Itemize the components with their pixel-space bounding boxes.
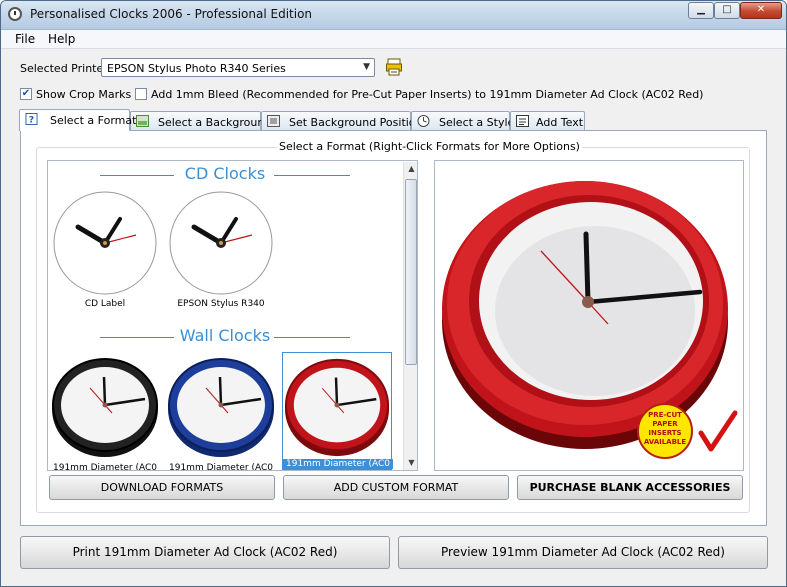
cd-clock-thumbnail <box>169 191 273 295</box>
download-formats-button[interactable]: DOWNLOAD FORMATS <box>49 475 275 500</box>
cd-clock-thumbnail <box>53 191 157 295</box>
wall-clock-thumbnail-black <box>52 358 158 457</box>
format-epson-r340[interactable]: EPSON Stylus R340 <box>166 191 276 311</box>
format-tab-panel: Select a Format (Right-Click Formats for… <box>20 130 767 526</box>
purchase-blank-accessories-button[interactable]: PURCHASE BLANK ACCESSORIES <box>517 475 743 500</box>
close-button[interactable]: ✕ <box>740 2 782 19</box>
checkmark-icon <box>698 410 738 452</box>
format-caption: 191mm Diameter (AC0 <box>169 463 273 471</box>
scroll-up-icon[interactable]: ▲ <box>404 162 417 176</box>
tab-set-background-position[interactable]: Set Background Position <box>261 111 423 130</box>
background-icon <box>136 115 149 127</box>
section-title-cd-clocks: CD Clocks <box>184 164 266 183</box>
app-window: Personalised Clocks 2006 - Professional … <box>0 0 787 587</box>
tab-label: Add Text <box>536 116 584 129</box>
format-groupbox: Select a Format (Right-Click Formats for… <box>36 140 750 513</box>
wall-clock-thumbnail-blue <box>168 358 274 457</box>
group-title: Select a Format (Right-Click Formats for… <box>277 140 582 153</box>
printer-settings-icon[interactable] <box>386 58 402 76</box>
menu-bar: File Help <box>1 30 786 49</box>
maximize-button[interactable]: □ <box>714 2 740 19</box>
badge-line: AVAILABLE <box>644 438 687 446</box>
bleed-checkbox[interactable] <box>135 88 147 100</box>
tab-select-format[interactable]: ? Select a Format <box>19 109 136 131</box>
window-title: Personalised Clocks 2006 - Professional … <box>30 7 313 21</box>
clock-app-icon <box>8 7 22 21</box>
tab-label: Set Background Position <box>289 116 423 129</box>
format-gallery[interactable]: CD Clocks CD Label EPSON Stylus R340 Wal… <box>47 160 418 471</box>
format-preview: PRE-CUT PAPER INSERTS AVAILABLE <box>434 160 744 471</box>
format-wall-blue[interactable]: 191mm Diameter (AC0 <box>166 355 276 471</box>
menu-help[interactable]: Help <box>48 32 75 46</box>
menu-file[interactable]: File <box>15 32 35 46</box>
minimize-button[interactable]: ▁ <box>688 2 714 19</box>
format-cd-label[interactable]: CD Label <box>50 191 160 311</box>
scrollbar-thumb[interactable] <box>405 179 417 365</box>
tab-label: Select a Background <box>158 116 272 129</box>
tab-label: Select a Style <box>439 116 515 129</box>
scroll-down-icon[interactable]: ▼ <box>404 456 417 470</box>
badge-line: PRE-CUT <box>648 411 682 419</box>
printer-value: EPSON Stylus Photo R340 Series <box>107 62 286 75</box>
printer-select[interactable]: EPSON Stylus Photo R340 Series ▼ <box>101 58 375 77</box>
wall-clock-thumbnail-red <box>284 358 390 457</box>
add-custom-format-button[interactable]: ADD CUSTOM FORMAT <box>283 475 509 500</box>
tab-select-background[interactable]: Select a Background <box>130 111 271 130</box>
title-bar[interactable]: Personalised Clocks 2006 - Professional … <box>1 1 786 30</box>
preview-button[interactable]: Preview 191mm Diameter Ad Clock (AC02 Re… <box>398 536 768 569</box>
style-icon <box>417 115 430 127</box>
format-caption: 191mm Diameter (AC0 <box>53 463 157 471</box>
format-wall-red[interactable]: 191mm Diameter (AC0 <box>282 352 393 470</box>
format-caption: EPSON Stylus R340 <box>177 299 265 309</box>
bleed-label: Add 1mm Bleed (Recommended for Pre-Cut P… <box>151 88 704 101</box>
crop-marks-label: Show Crop Marks <box>36 88 132 101</box>
svg-text:?: ? <box>29 115 34 125</box>
help-icon: ? <box>25 113 38 125</box>
chevron-down-icon: ▼ <box>363 62 370 72</box>
format-caption: 191mm Diameter (AC0 <box>283 459 393 469</box>
format-caption: CD Label <box>84 299 126 309</box>
section-title-wall-clocks: Wall Clocks <box>179 326 271 345</box>
position-icon <box>267 115 280 127</box>
gallery-scrollbar[interactable]: ▲ ▼ <box>403 162 417 470</box>
tab-label: Select a Format <box>50 114 137 127</box>
print-button[interactable]: Print 191mm Diameter Ad Clock (AC02 Red) <box>20 536 390 569</box>
tab-strip: ? Select a Format Select a Background Se… <box>19 109 779 131</box>
tab-add-text[interactable]: Add Text <box>510 111 585 130</box>
badge-line: INSERTS <box>648 429 681 437</box>
text-icon <box>516 115 529 127</box>
red-clock-preview-image: PRE-CUT PAPER INSERTS AVAILABLE <box>442 181 738 459</box>
printer-label: Selected Printer <box>20 62 108 75</box>
crop-marks-checkbox[interactable]: ✔ <box>20 88 32 100</box>
tab-select-style[interactable]: Select a Style <box>411 111 514 130</box>
badge-line: PAPER <box>652 420 678 428</box>
format-wall-black[interactable]: 191mm Diameter (AC0 <box>50 355 160 471</box>
